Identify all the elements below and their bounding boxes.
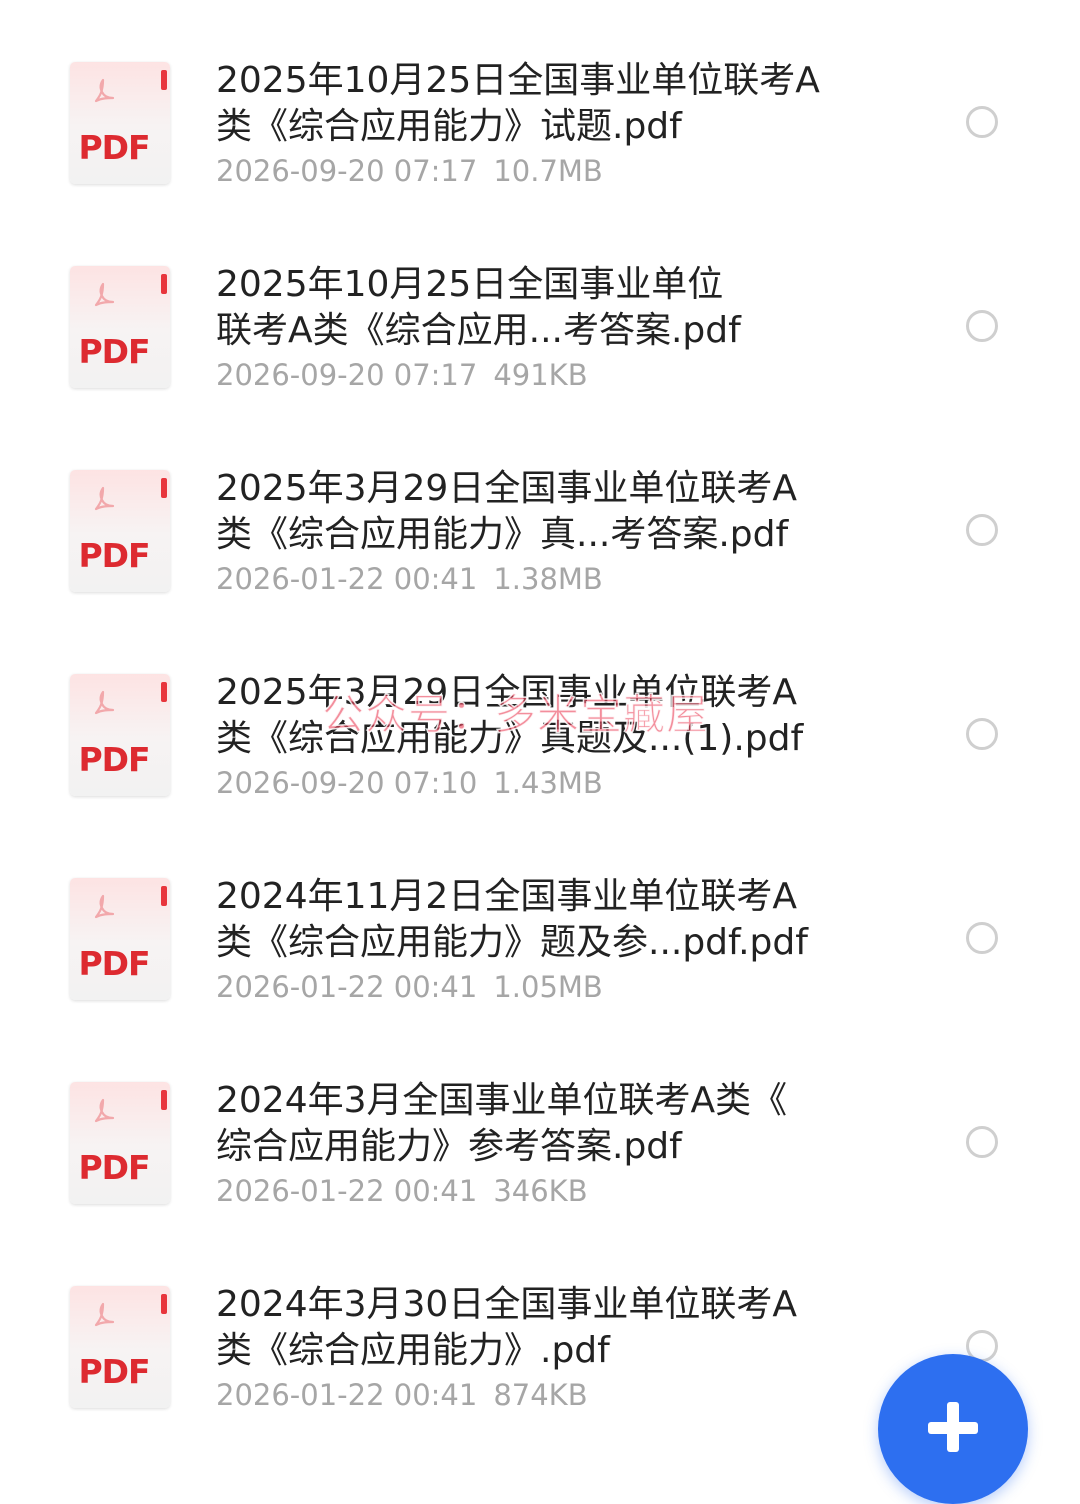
file-size: 1.05MB (493, 970, 603, 1004)
acrobat-logo-icon (94, 78, 115, 103)
select-radio[interactable] (966, 718, 998, 750)
file-row[interactable]: PDF 2025年10月25日全国事业单位 联考A类《综合应用...考答案.pd… (0, 204, 1080, 408)
pdf-label: PDF (78, 332, 150, 371)
acrobat-logo-icon (94, 894, 115, 919)
add-button[interactable] (878, 1354, 1028, 1504)
file-corner-tab (161, 274, 167, 294)
pdf-label: PDF (78, 1352, 150, 1391)
pdf-file-icon: PDF (70, 266, 170, 388)
file-row[interactable]: PDF 2025年10月25日全国事业单位联考A 类《综合应用能力》试题.pdf… (0, 0, 1080, 204)
file-list: PDF 2025年10月25日全国事业单位联考A 类《综合应用能力》试题.pdf… (0, 0, 1080, 1440)
select-radio[interactable] (966, 514, 998, 546)
file-row[interactable]: PDF 2024年11月2日全国事业单位联考A 类《综合应用能力》题及参...p… (0, 816, 1080, 1020)
file-name[interactable]: 2024年3月30日全国事业单位联考A 类《综合应用能力》.pdf (216, 1282, 896, 1374)
file-name[interactable]: 2025年3月29日全国事业单位联考A 类《综合应用能力》真题及...(1).p… (216, 670, 896, 762)
file-meta: 2026-09-20 07:17 491KB (216, 356, 588, 394)
pdf-label: PDF (78, 128, 150, 167)
pdf-file-icon: PDF (70, 1082, 170, 1204)
acrobat-logo-icon (94, 282, 115, 307)
pdf-label: PDF (78, 1148, 150, 1187)
file-name[interactable]: 2024年3月全国事业单位联考A类《 综合应用能力》参考答案.pdf (216, 1078, 896, 1170)
acrobat-logo-icon (94, 690, 115, 715)
acrobat-logo-icon (94, 486, 115, 511)
pdf-file-icon: PDF (70, 1286, 170, 1408)
file-date: 2026-09-20 07:17 (216, 358, 478, 392)
select-radio[interactable] (966, 1126, 998, 1158)
file-date: 2026-01-22 00:41 (216, 1378, 478, 1412)
pdf-file-icon: PDF (70, 674, 170, 796)
file-date: 2026-01-22 00:41 (216, 1174, 478, 1208)
acrobat-logo-icon (94, 1098, 115, 1123)
file-name[interactable]: 2025年3月29日全国事业单位联考A 类《综合应用能力》真...考答案.pdf (216, 466, 896, 558)
select-radio[interactable] (966, 922, 998, 954)
plus-icon-vertical (947, 1402, 959, 1452)
file-meta: 2026-01-22 00:41 1.38MB (216, 560, 603, 598)
pdf-label: PDF (78, 536, 150, 575)
file-corner-tab (161, 478, 167, 498)
file-meta: 2026-01-22 00:41 346KB (216, 1172, 588, 1210)
file-size: 10.7MB (493, 154, 603, 188)
file-meta: 2026-09-20 07:10 1.43MB (216, 764, 603, 802)
pdf-file-icon: PDF (70, 878, 170, 1000)
pdf-file-icon: PDF (70, 62, 170, 184)
acrobat-logo-icon (94, 1302, 115, 1327)
file-date: 2026-01-22 00:41 (216, 562, 478, 596)
file-date: 2026-09-20 07:10 (216, 766, 478, 800)
file-corner-tab (161, 70, 167, 90)
file-row[interactable]: PDF 2025年3月29日全国事业单位联考A 类《综合应用能力》真题及...(… (0, 612, 1080, 816)
pdf-label: PDF (78, 944, 150, 983)
file-date: 2026-09-20 07:17 (216, 154, 478, 188)
file-corner-tab (161, 886, 167, 906)
file-size: 1.43MB (493, 766, 603, 800)
file-name[interactable]: 2025年10月25日全国事业单位联考A 类《综合应用能力》试题.pdf (216, 58, 896, 150)
file-meta: 2026-01-22 00:41 1.05MB (216, 968, 603, 1006)
file-size: 1.38MB (493, 562, 603, 596)
select-radio[interactable] (966, 106, 998, 138)
file-name[interactable]: 2024年11月2日全国事业单位联考A 类《综合应用能力》题及参...pdf.p… (216, 874, 896, 966)
file-corner-tab (161, 1090, 167, 1110)
file-row[interactable]: PDF 2025年3月29日全国事业单位联考A 类《综合应用能力》真...考答案… (0, 408, 1080, 612)
select-radio[interactable] (966, 310, 998, 342)
file-date: 2026-01-22 00:41 (216, 970, 478, 1004)
file-size: 491KB (493, 358, 588, 392)
file-name[interactable]: 2025年10月25日全国事业单位 联考A类《综合应用...考答案.pdf (216, 262, 896, 354)
file-meta: 2026-09-20 07:17 10.7MB (216, 152, 603, 190)
file-corner-tab (161, 682, 167, 702)
file-corner-tab (161, 1294, 167, 1314)
file-size: 346KB (493, 1174, 588, 1208)
file-row[interactable]: PDF 2024年3月全国事业单位联考A类《 综合应用能力》参考答案.pdf 2… (0, 1020, 1080, 1224)
file-size: 874KB (493, 1378, 588, 1412)
pdf-label: PDF (78, 740, 150, 779)
file-meta: 2026-01-22 00:41 874KB (216, 1376, 588, 1414)
pdf-file-icon: PDF (70, 470, 170, 592)
